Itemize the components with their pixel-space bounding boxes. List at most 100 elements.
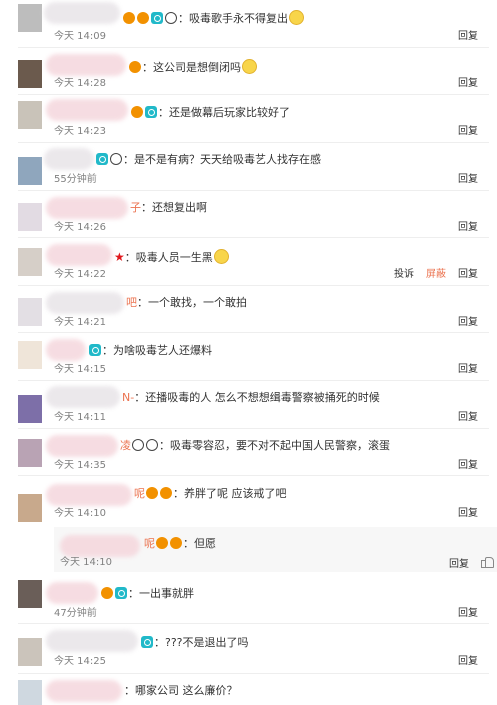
redacted-username [46, 582, 98, 604]
reply-button[interactable]: 回复 [458, 412, 478, 423]
avatar[interactable] [18, 494, 42, 522]
avatar[interactable] [18, 248, 42, 276]
comment-actions: 回复 [446, 508, 478, 520]
avatar[interactable] [18, 580, 42, 608]
comment-text: ★：吸毒人员一生黑 [114, 249, 229, 265]
comment-actions: 回复 [446, 608, 478, 620]
comment-actions: 回复 [446, 222, 478, 234]
comment-time: 今天 14:09 [54, 31, 106, 42]
comment-actions: 回复 [446, 317, 478, 329]
comment-text: 呢：但愿 [144, 537, 216, 550]
avatar[interactable] [18, 638, 42, 666]
redacted-username [46, 630, 138, 652]
vip-badge-icon [123, 12, 135, 24]
smile-emoji-icon [213, 249, 229, 264]
redacted-username [46, 339, 86, 361]
avatar[interactable] [18, 341, 42, 369]
comment-text: ：是不是有病？天天给吸毒艺人找存在感 [95, 153, 321, 167]
comment-time: 47分钟前 [54, 608, 97, 619]
comment-row: ：???不是退出了吗 今天 14:25 回复 [0, 624, 497, 674]
comment-row: 吧：一个敢找，一个敢拍 今天 14:21 回复 [0, 286, 497, 333]
comment-actions: 回复 [446, 656, 478, 668]
laugh-emoji-icon [242, 59, 257, 74]
comment-time: 今天 14:10 [60, 557, 112, 568]
vip-badge-icon [101, 587, 113, 599]
comment-time: 今天 14:25 [54, 656, 106, 667]
comment-time: 今天 14:35 [54, 460, 106, 471]
comment-text: ：吸毒歌手永不得复出 [122, 10, 304, 26]
comment-actions: 回复 [446, 78, 478, 90]
reply-button[interactable]: 回复 [458, 222, 478, 233]
avatar[interactable] [18, 157, 42, 185]
comment-time: 今天 14:11 [54, 412, 106, 423]
avatar[interactable] [18, 60, 42, 88]
comment-time: 今天 14:10 [54, 508, 106, 519]
comment-row: ：吸毒歌手永不得复出 今天 14:09 回复 [0, 0, 497, 48]
camera-badge-icon [151, 12, 163, 24]
comment-time: 今天 14:23 [54, 126, 106, 137]
comment-row: 子：还想复出啊 今天 14:26 回复 [0, 191, 497, 238]
vip-badge-icon [131, 106, 143, 118]
reply-button[interactable]: 回复 [458, 656, 478, 667]
comment-time: 今天 14:21 [54, 317, 106, 328]
comment-text: ：还是做幕后玩家比较好了 [130, 106, 290, 120]
comment-text: 子：还想复出啊 [130, 201, 207, 214]
comment-row: ：这公司是想倒闭吗 今天 14:28 回复 [0, 48, 497, 95]
avatar[interactable] [18, 395, 42, 423]
vip-badge-icon [146, 487, 158, 499]
avatar[interactable] [18, 101, 42, 129]
report-button[interactable]: 投诉 [394, 269, 414, 280]
avatar[interactable] [18, 203, 42, 231]
thumbs-up-icon[interactable] [481, 557, 494, 568]
redacted-username [46, 386, 120, 408]
comment-text: 凌：吸毒零容忍，要不对不起中国人民警察，滚蛋 [120, 439, 390, 452]
vip-badge-icon [170, 537, 182, 549]
avatar[interactable] [18, 298, 42, 326]
nested-reply-row: 呢：但愿 今天 14:10 回复 [54, 527, 497, 572]
comment-text: N-：还播吸毒的人 怎么不想想缉毒警察被捅死的时候 [122, 391, 380, 404]
vip-badge-icon [129, 61, 141, 73]
comment-row: N-：还播吸毒的人 怎么不想想缉毒警察被捅死的时候 今天 14:11 回复 [0, 381, 497, 429]
redacted-username [44, 2, 120, 24]
comment-time: 今天 14:22 [54, 269, 106, 280]
redacted-username [46, 484, 132, 506]
reply-button[interactable]: 回复 [458, 364, 478, 375]
avatar[interactable] [18, 4, 42, 32]
vip-badge-icon [160, 487, 172, 499]
redacted-username [46, 435, 118, 457]
comment-row: ：哪家公司 这么廉价？ [0, 674, 497, 705]
comment-text: ：这公司是想倒闭吗 [128, 59, 257, 75]
comment-text: ：哪家公司 这么廉价？ [124, 684, 238, 697]
comment-actions: 回复 [446, 412, 478, 424]
reply-button[interactable]: 回复 [458, 460, 478, 471]
camera-badge-icon [96, 153, 108, 165]
comment-row: 呢：养胖了呢 应该戒了吧 今天 14:10 回复 [0, 476, 497, 527]
reply-button[interactable]: 回复 [458, 78, 478, 89]
reply-button[interactable]: 回复 [458, 269, 478, 280]
panda-badge-icon [165, 12, 177, 24]
camera-badge-icon [141, 636, 153, 648]
camera-badge-icon [89, 344, 101, 356]
star-badge-icon: ★ [114, 250, 125, 264]
comment-actions: 回复 [446, 126, 478, 138]
avatar[interactable] [18, 439, 42, 467]
reply-button[interactable]: 回复 [458, 126, 478, 137]
camera-badge-icon [115, 587, 127, 599]
comment-time: 今天 14:15 [54, 364, 106, 375]
block-button[interactable]: 屏蔽 [426, 269, 446, 280]
panda-badge-icon [110, 153, 122, 165]
reply-button[interactable]: 回复 [449, 559, 469, 570]
reply-button[interactable]: 回复 [458, 317, 478, 328]
avatar[interactable] [18, 680, 42, 705]
comment-row: ：还是做幕后玩家比较好了 今天 14:23 回复 [0, 95, 497, 143]
comment-row: ：是不是有病？天天给吸毒艺人找存在感 55分钟前 回复 [0, 143, 497, 191]
redacted-username [46, 292, 124, 314]
reply-button[interactable]: 回复 [458, 174, 478, 185]
redacted-username [60, 535, 140, 557]
comment-text: ：为啥吸毒艺人还爆料 [88, 344, 212, 358]
comment-actions: 回复 [446, 31, 478, 43]
reply-button[interactable]: 回复 [458, 31, 478, 42]
reply-button[interactable]: 回复 [458, 608, 478, 619]
reply-button[interactable]: 回复 [458, 508, 478, 519]
comment-row: 凌：吸毒零容忍，要不对不起中国人民警察，滚蛋 今天 14:35 回复 [0, 429, 497, 476]
